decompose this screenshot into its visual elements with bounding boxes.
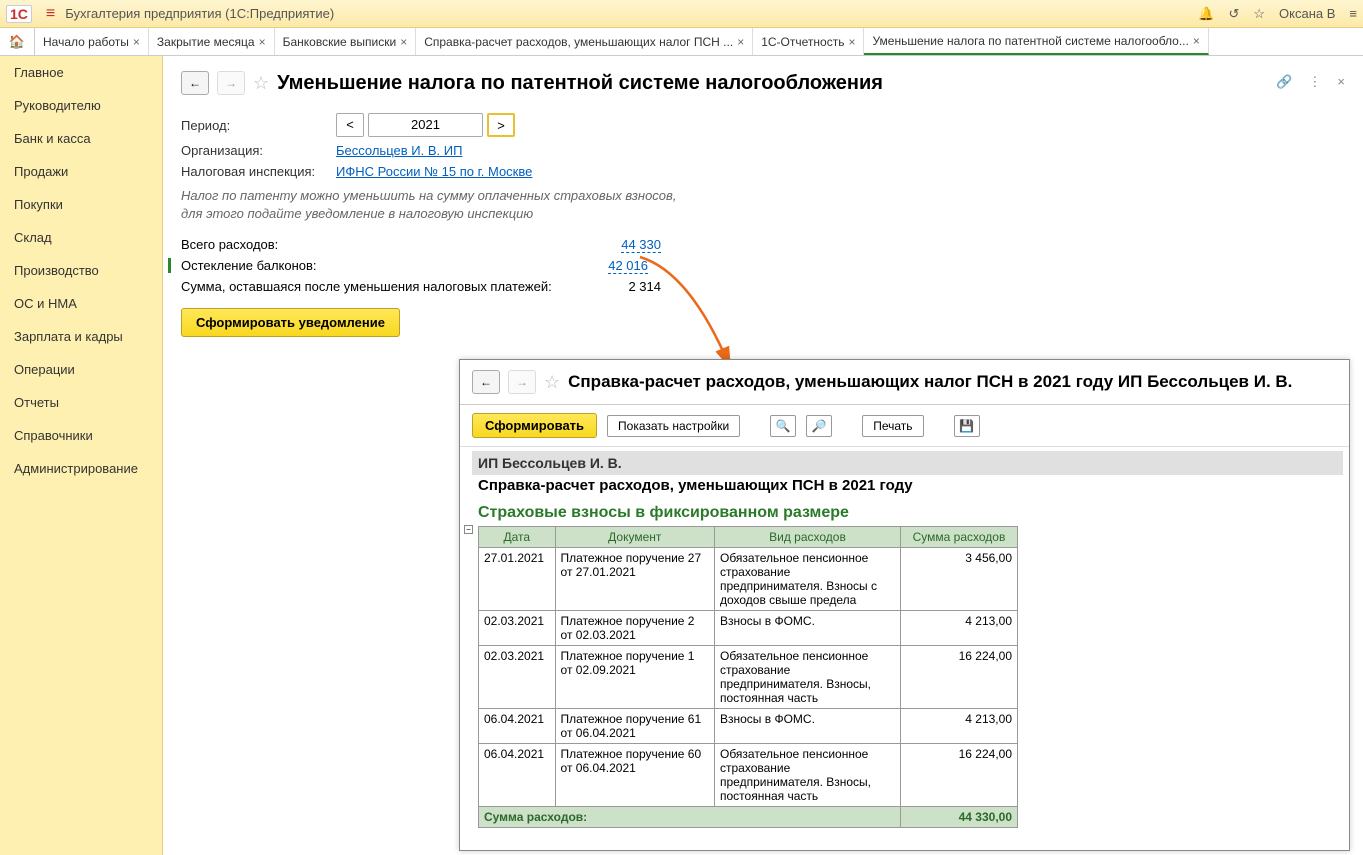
total-value: 44 330,00 [901,807,1018,828]
titlebar: 1C ≡ Бухгалтерия предприятия (1С:Предпри… [0,0,1363,28]
close-icon[interactable]: × [848,35,855,49]
remain-label: Сумма, оставшаяся после уменьшения налог… [181,279,611,294]
sidebar-item-production[interactable]: Производство [0,254,162,287]
table-row[interactable]: 06.04.2021Платежное поручение 60 от 06.0… [479,744,1018,807]
sidebar-item-purchases[interactable]: Покупки [0,188,162,221]
col-kind: Вид расходов [714,527,900,548]
sidebar-item-warehouse[interactable]: Склад [0,221,162,254]
page-title: Уменьшение налога по патентной системе н… [277,72,883,95]
table-row[interactable]: 02.03.2021Платежное поручение 2 от 02.03… [479,611,1018,646]
org-label: Организация: [181,143,336,158]
col-doc: Документ [555,527,714,548]
favorite-icon[interactable]: ☆ [253,73,269,94]
app-logo: 1C [6,5,32,23]
show-settings-button[interactable]: Показать настройки [607,415,740,437]
tax-link[interactable]: ИФНС России № 15 по г. Москве [336,164,532,179]
tab-start[interactable]: Начало работы× [35,28,149,55]
save-icon[interactable]: 💾 [954,415,980,437]
close-icon[interactable]: × [259,35,266,49]
sidebar-item-admin[interactable]: Администрирование [0,452,162,485]
report-table: Дата Документ Вид расходов Сумма расходо… [478,526,1018,828]
tab-1c-report[interactable]: 1С-Отчетность× [753,28,864,55]
sidebar-item-main[interactable]: Главное [0,56,162,89]
col-sum: Сумма расходов [901,527,1018,548]
sidebar-item-manager[interactable]: Руководителю [0,89,162,122]
back-button[interactable]: ← [181,71,209,95]
tab-report-psn[interactable]: Справка-расчет расходов, уменьшающих нал… [416,28,753,55]
tab-month-close[interactable]: Закрытие месяца× [149,28,275,55]
back-button[interactable]: ← [472,370,500,394]
period-value[interactable]: 2021 [368,113,483,137]
history-icon[interactable]: ↺ [1228,6,1239,22]
period-label: Период: [181,118,336,133]
glazing-link[interactable]: 42 016 [608,258,648,274]
app-title: Бухгалтерия предприятия (1С:Предприятие) [65,6,1198,21]
table-row[interactable]: 27.01.2021Платежное поручение 27 от 27.0… [479,548,1018,611]
sidebar-item-reports[interactable]: Отчеты [0,386,162,419]
bell-icon[interactable]: 🔔 [1198,6,1214,22]
report-section: Страховые взносы в фиксированном размере [478,504,1337,522]
menu-icon[interactable]: ≡ [46,5,55,23]
sidebar: Главное Руководителю Банк и касса Продаж… [0,56,163,855]
tab-bank[interactable]: Банковские выписки× [275,28,417,55]
tax-label: Налоговая инспекция: [181,164,336,179]
report-org: ИП Бессольцев И. В. [472,451,1343,475]
favorite-icon[interactable]: ☆ [544,372,560,393]
close-icon[interactable]: × [1193,34,1200,48]
glazing-label: Остекление балконов: [181,258,598,273]
table-row[interactable]: 06.04.2021Платежное поручение 61 от 06.0… [479,709,1018,744]
total-expenses-link[interactable]: 44 330 [621,237,661,253]
sidebar-item-bank[interactable]: Банк и касса [0,122,162,155]
forward-button[interactable]: → [508,370,536,394]
more-icon[interactable]: ⋮ [1308,74,1321,90]
sidebar-item-assets[interactable]: ОС и НМА [0,287,162,320]
report-heading: Справка-расчет расходов, уменьшающих ПСН… [478,477,1337,494]
period-prev-button[interactable]: < [336,113,364,137]
collapse-icon[interactable]: − [464,525,473,534]
period-next-button[interactable]: > [487,113,515,137]
report-window: ← → ☆ Справка-расчет расходов, уменьшающ… [459,359,1350,851]
org-link[interactable]: Бессольцев И. В. ИП [336,143,462,158]
form-notification-button[interactable]: Сформировать уведомление [181,308,400,337]
sidebar-item-sales[interactable]: Продажи [0,155,162,188]
sidebar-item-payroll[interactable]: Зарплата и кадры [0,320,162,353]
sidebar-item-catalogs[interactable]: Справочники [0,419,162,452]
sidebar-item-operations[interactable]: Операции [0,353,162,386]
close-icon[interactable]: × [737,35,744,49]
total-label: Сумма расходов: [479,807,901,828]
home-tab[interactable]: 🏠 [0,28,35,55]
forward-button[interactable]: → [217,71,245,95]
user-name[interactable]: Оксана В [1279,6,1335,21]
generate-button[interactable]: Сформировать [472,413,597,438]
remain-value: 2 314 [611,279,661,294]
star-icon[interactable]: ☆ [1253,6,1265,22]
options-icon[interactable]: ≡ [1349,6,1357,21]
total-expenses-label: Всего расходов: [181,237,611,252]
search-clear-icon[interactable]: 🔎 [806,415,832,437]
tab-psn-reduce[interactable]: Уменьшение налога по патентной системе н… [864,28,1208,55]
close-icon[interactable]: × [400,35,407,49]
link-icon[interactable]: 🔗 [1276,74,1292,90]
hint-text: Налог по патенту можно уменьшить на сумм… [181,187,1345,223]
tabsbar: 🏠 Начало работы× Закрытие месяца× Банков… [0,28,1363,56]
report-title: Справка-расчет расходов, уменьшающих нал… [568,372,1292,392]
print-button[interactable]: Печать [862,415,923,437]
close-icon[interactable]: × [1337,74,1345,90]
col-date: Дата [479,527,556,548]
close-icon[interactable]: × [133,35,140,49]
report-body: ИП Бессольцев И. В. Справка-расчет расхо… [460,447,1349,838]
table-row[interactable]: 02.03.2021Платежное поручение 1 от 02.09… [479,646,1018,709]
search-icon[interactable]: 🔍 [770,415,796,437]
